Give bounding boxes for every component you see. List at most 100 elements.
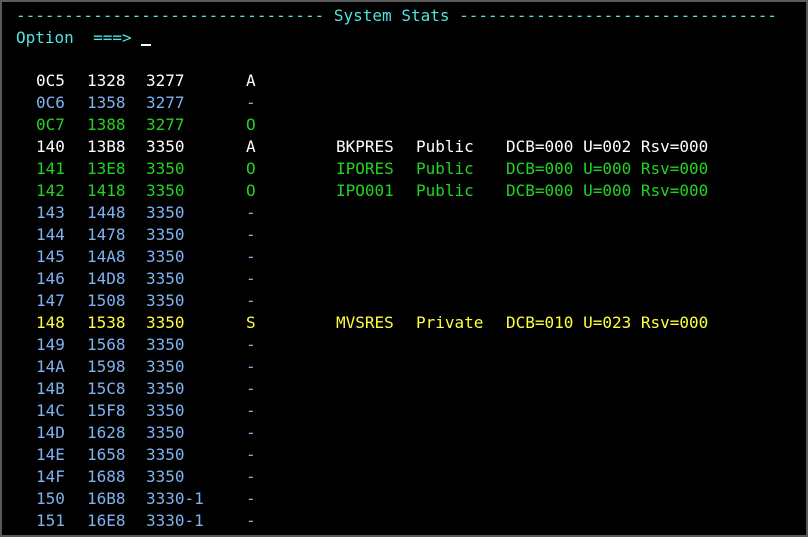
device-type: 3330-1 <box>146 489 204 508</box>
device-address: 14F <box>36 467 65 486</box>
device-address: 148 <box>36 313 65 332</box>
option-command-line[interactable]: Option ===> <box>16 27 152 49</box>
device-use: Public <box>416 181 474 200</box>
device-row: 0C5 1328 3277 A <box>2 70 802 92</box>
device-cuu: 1628 <box>87 423 126 442</box>
screen-title: System Stats <box>333 6 450 25</box>
device-address: 143 <box>36 203 65 222</box>
device-cuu: 15F8 <box>87 401 126 420</box>
device-cuu: 16B8 <box>87 489 126 508</box>
device-status: - <box>246 225 256 244</box>
device-address: 145 <box>36 247 65 266</box>
device-row: 14F 1688 3350 - <box>2 466 802 488</box>
device-address: 14A <box>36 357 65 376</box>
device-type: 3350 <box>146 401 185 420</box>
device-status: - <box>246 511 256 530</box>
device-address: 0C5 <box>36 71 65 90</box>
device-type: 3350 <box>146 269 185 288</box>
device-volser: BKPRES <box>336 137 394 156</box>
device-status: O <box>246 115 256 134</box>
device-cuu: 1418 <box>87 181 126 200</box>
device-row: 146 14D8 3350 - <box>2 268 802 290</box>
device-dcb-info: DCB=000 U=000 Rsv=000 <box>506 159 709 178</box>
device-row: 143 1448 3350 - <box>2 202 802 224</box>
device-cuu: 14A8 <box>87 247 126 266</box>
device-type: 3350 <box>146 357 185 376</box>
option-label: Option <box>16 28 74 47</box>
device-status: - <box>246 335 256 354</box>
device-address: 149 <box>36 335 65 354</box>
device-address: 0C7 <box>36 115 65 134</box>
command-input-cursor[interactable] <box>141 44 152 46</box>
device-status: S <box>246 313 256 332</box>
terminal-screen: -------------------------------- System … <box>0 0 808 537</box>
device-row: 145 14A8 3350 - <box>2 246 802 268</box>
device-status: - <box>246 467 256 486</box>
device-row: 14D 1628 3350 - <box>2 422 802 444</box>
device-type: 3350 <box>146 291 185 310</box>
device-use: Public <box>416 137 474 156</box>
device-row: 0C7 1388 3277 O <box>2 114 802 136</box>
device-type: 3350 <box>146 313 185 332</box>
title-rule-right: --------------------------------- <box>449 6 777 25</box>
device-status: - <box>246 401 256 420</box>
device-row: 14E 1658 3350 - <box>2 444 802 466</box>
device-use: Private <box>416 313 484 332</box>
device-status: - <box>246 291 256 310</box>
device-type: 3277 <box>146 115 185 134</box>
device-type: 3350 <box>146 423 185 442</box>
title-rule-left: -------------------------------- <box>16 6 334 25</box>
device-cuu: 1388 <box>87 115 126 134</box>
device-type: 3350 <box>146 203 185 222</box>
device-status: O <box>246 159 256 178</box>
device-cuu: 1538 <box>87 313 126 332</box>
device-row: 150 16B8 3330-1 - <box>2 488 802 510</box>
device-address: 150 <box>36 489 65 508</box>
device-type: 3350 <box>146 379 185 398</box>
device-address: 151 <box>36 511 65 530</box>
device-status: A <box>246 71 256 90</box>
device-address: 147 <box>36 291 65 310</box>
device-type: 3350 <box>146 159 185 178</box>
device-address: 14E <box>36 445 65 464</box>
device-type: 3277 <box>146 93 185 112</box>
device-status: - <box>246 489 256 508</box>
device-cuu: 1598 <box>87 357 126 376</box>
device-type: 3277 <box>146 71 185 90</box>
device-cuu: 1508 <box>87 291 126 310</box>
device-row: 151 16E8 3330-1 - <box>2 510 802 532</box>
device-row: 0C6 1358 3277 - <box>2 92 802 114</box>
device-row: 144 1478 3350 - <box>2 224 802 246</box>
device-address: 142 <box>36 181 65 200</box>
device-cuu: 1568 <box>87 335 126 354</box>
device-row: 14A 1598 3350 - <box>2 356 802 378</box>
device-dcb-info: DCB=010 U=023 Rsv=000 <box>506 313 709 332</box>
device-type: 3330-1 <box>146 511 204 530</box>
device-row: 14B 15C8 3350 - <box>2 378 802 400</box>
device-address: 14C <box>36 401 65 420</box>
device-status: - <box>246 357 256 376</box>
device-cuu: 1448 <box>87 203 126 222</box>
device-address: 14B <box>36 379 65 398</box>
device-cuu: 1688 <box>87 467 126 486</box>
device-address: 146 <box>36 269 65 288</box>
device-row: 149 1568 3350 - <box>2 334 802 356</box>
option-prompt: ===> <box>93 28 132 47</box>
device-status: O <box>246 181 256 200</box>
device-status: - <box>246 445 256 464</box>
device-row: 14C 15F8 3350 - <box>2 400 802 422</box>
device-use: Public <box>416 159 474 178</box>
device-status: - <box>246 93 256 112</box>
device-type: 3350 <box>146 137 185 156</box>
device-status: A <box>246 137 256 156</box>
device-cuu: 13E8 <box>87 159 126 178</box>
device-cuu: 13B8 <box>87 137 126 156</box>
device-dcb-info: DCB=000 U=002 Rsv=000 <box>506 137 709 156</box>
device-cuu: 1658 <box>87 445 126 464</box>
device-address: 144 <box>36 225 65 244</box>
device-type: 3350 <box>146 335 185 354</box>
device-status: - <box>246 423 256 442</box>
device-cuu: 1358 <box>87 93 126 112</box>
device-row: 148 1538 3350 S MVSRES Private DCB=010 U=023 R… <box>2 312 802 334</box>
device-cuu: 15C8 <box>87 379 126 398</box>
